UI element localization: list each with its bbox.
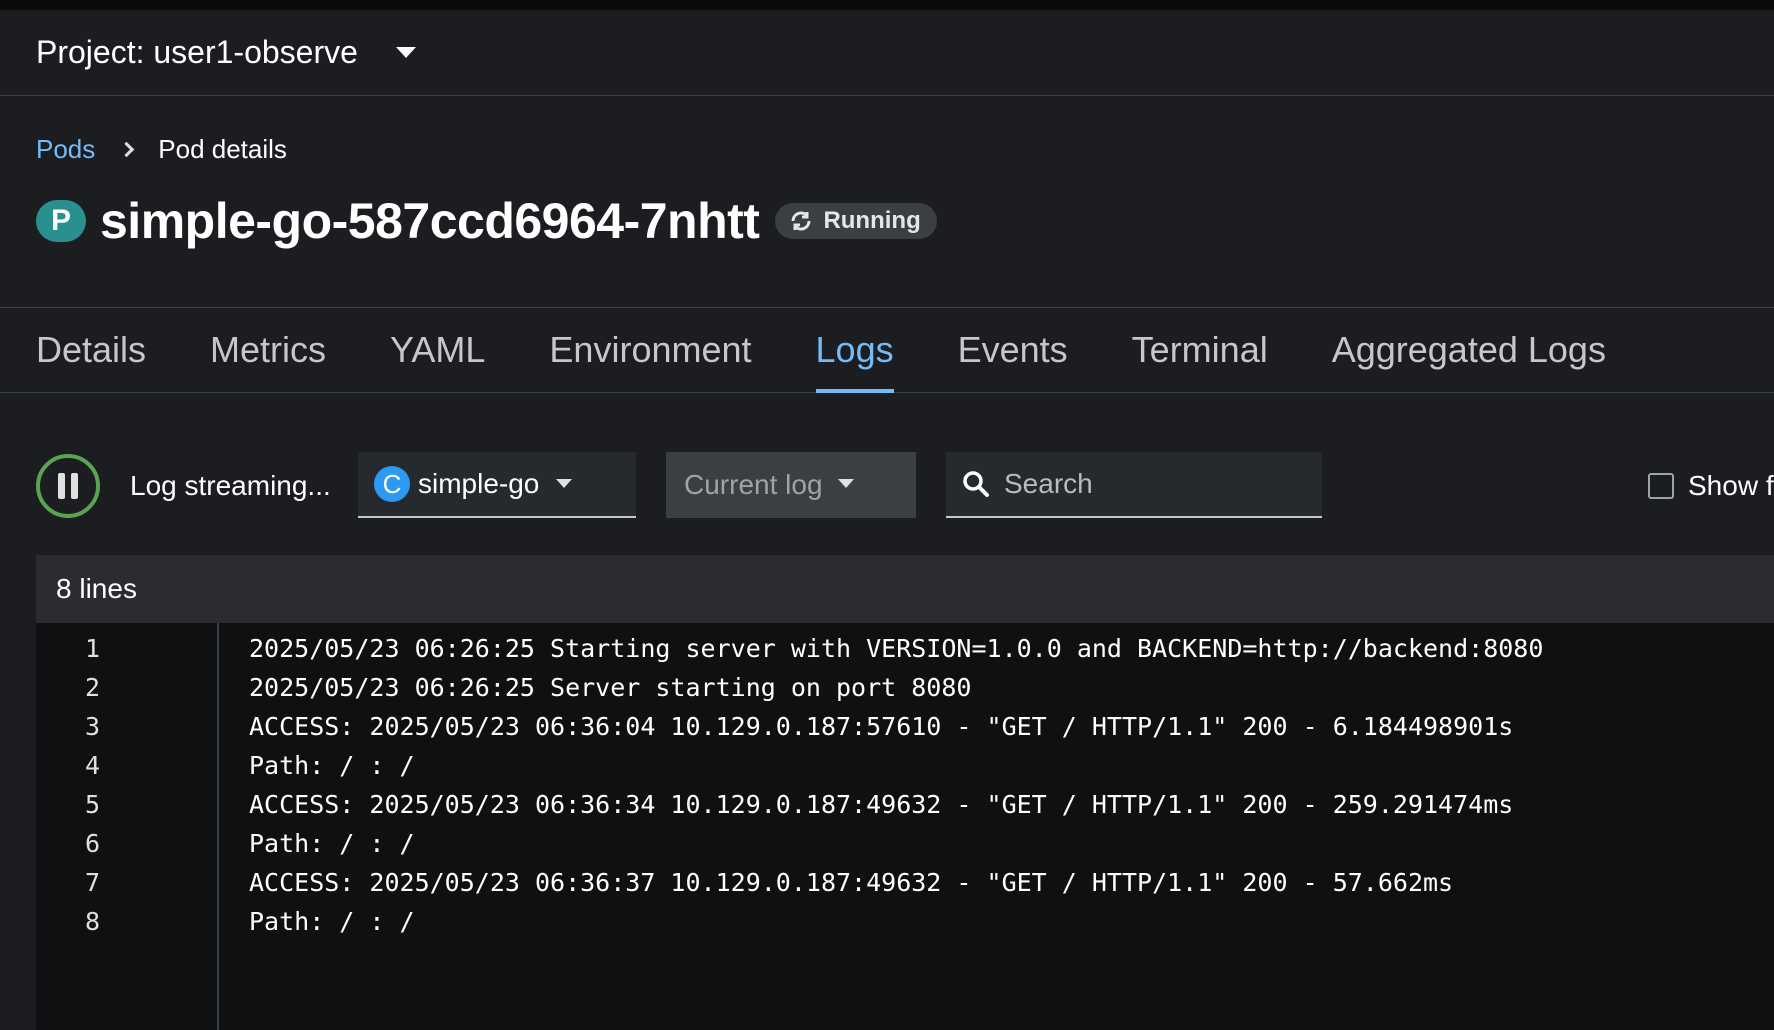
chevron-down-icon[interactable] (395, 47, 416, 58)
log-line: 7 ACCESS: 2025/05/23 06:36:37 10.129.0.18… (36, 863, 1774, 902)
line-text: Path: / : / (249, 751, 415, 780)
pause-streaming-button[interactable] (36, 454, 100, 518)
chevron-down-icon (838, 479, 854, 488)
top-strip (0, 0, 1774, 10)
line-text: Path: / : / (249, 907, 415, 936)
chevron-down-icon (556, 479, 572, 488)
sync-icon (791, 211, 811, 231)
tab-bar: Details Metrics YAML Environment Logs Ev… (0, 307, 1774, 393)
line-text: ACCESS: 2025/05/23 06:36:04 10.129.0.187… (249, 712, 1514, 741)
page-title-row: P simple-go-587ccd6964-7nhtt Running (36, 192, 937, 250)
log-lines: 1 2025/05/23 06:26:25 Starting server wit… (36, 623, 1774, 941)
log-line: 3 ACCESS: 2025/05/23 06:36:04 10.129.0.18… (36, 707, 1774, 746)
show-full-log-checkbox[interactable] (1648, 473, 1674, 499)
pause-icon (58, 473, 65, 499)
line-text: ACCESS: 2025/05/23 06:36:37 10.129.0.187… (249, 868, 1454, 897)
tab-details[interactable]: Details (36, 307, 146, 393)
pod-resource-badge: P (36, 200, 86, 242)
chevron-right-icon (118, 141, 135, 158)
container-select-value: simple-go (418, 468, 540, 499)
log-streaming-status: Log streaming... (130, 470, 331, 501)
log-line: 1 2025/05/23 06:26:25 Starting server wit… (36, 629, 1774, 668)
line-number: 7 (84, 868, 100, 897)
log-line: 2 2025/05/23 06:26:25 Server starting on … (36, 668, 1774, 707)
tab-logs[interactable]: Logs (815, 307, 894, 393)
log-line: 5 ACCESS: 2025/05/23 06:36:34 10.129.0.18… (36, 785, 1774, 824)
show-full-log-option: Show f (1648, 470, 1774, 502)
search-field[interactable] (946, 452, 1322, 518)
container-badge: C (374, 466, 410, 502)
tab-metrics[interactable]: Metrics (210, 307, 326, 393)
status-text: Running (823, 207, 921, 234)
line-text: 2025/05/23 06:26:25 Server starting on p… (249, 673, 972, 702)
tab-events[interactable]: Events (958, 307, 1068, 393)
log-line-count: 8 lines (36, 555, 1774, 623)
page-title: simple-go-587ccd6964-7nhtt (100, 193, 760, 249)
show-full-log-label: Show f (1688, 470, 1774, 501)
line-text: ACCESS: 2025/05/23 06:36:34 10.129.0.187… (249, 790, 1514, 819)
status-badge: Running (775, 203, 937, 239)
breadcrumb-pods-link[interactable]: Pods (36, 134, 95, 165)
line-number: 3 (84, 712, 100, 741)
log-toolbar: Log streaming... C simple-go Current log… (36, 452, 1774, 518)
log-line: 6 Path: / : / (36, 824, 1774, 863)
log-line: 4 Path: / : / (36, 746, 1774, 785)
line-number: 1 (84, 634, 100, 663)
line-number: 6 (84, 829, 100, 858)
line-number: 8 (84, 907, 100, 936)
line-text: Path: / : / (249, 829, 415, 858)
log-type-select[interactable]: Current log (666, 452, 916, 518)
line-number: 5 (84, 790, 100, 819)
tab-aggregated-logs[interactable]: Aggregated Logs (1332, 307, 1606, 393)
tab-environment[interactable]: Environment (549, 307, 751, 393)
pause-icon (71, 473, 78, 499)
project-selector-label[interactable]: Project: user1-observe (36, 34, 358, 71)
line-number: 2 (84, 673, 100, 702)
tab-yaml[interactable]: YAML (390, 307, 485, 393)
tab-terminal[interactable]: Terminal (1132, 307, 1268, 393)
log-type-select-value: Current log (684, 469, 823, 500)
container-select[interactable]: C simple-go (358, 452, 636, 518)
line-text: 2025/05/23 06:26:25 Starting server with… (249, 634, 1544, 663)
project-bar: Project: user1-observe (0, 10, 1774, 96)
breadcrumb-current: Pod details (158, 134, 287, 164)
log-panel: 8 lines 1 2025/05/23 06:26:25 Starting se… (36, 555, 1774, 1030)
breadcrumb: Pods Pod details (36, 134, 287, 165)
log-line: 8 Path: / : / (36, 902, 1774, 941)
search-input[interactable] (1004, 468, 1304, 500)
line-number: 4 (84, 751, 100, 780)
search-icon (963, 471, 989, 497)
